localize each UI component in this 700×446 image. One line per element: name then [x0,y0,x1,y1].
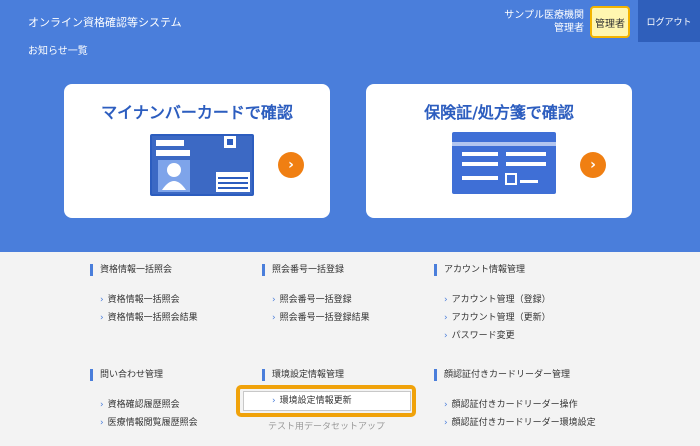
chevron-right-icon: › [444,400,448,410]
chevron-right-icon: › [444,418,448,428]
menu-heading: 顔認証付きカードリーダー管理 [434,369,594,381]
chevron-right-icon: › [100,400,104,410]
chevron-right-icon: › [100,313,104,323]
menu-item-bulk-inquiry[interactable]: › 資格情報一括照会 [90,291,250,309]
menu-item-ref-number-register[interactable]: › 照会番号一括登録 [262,291,422,309]
org-info: サンプル医療機関 管理者 [504,9,584,35]
notice-list-link[interactable]: お知らせ一覧 [28,42,88,57]
chevron-right-icon: › [100,418,104,428]
header-banner: オンライン資格確認等システム お知らせ一覧 サンプル医療機関 管理者 管理者 ロ… [0,0,700,252]
chevron-right-icon: › [272,313,276,323]
chevron-right-icon: › [272,295,276,305]
card-title: マイナンバーカードで確認 [101,103,293,122]
chevron-right-icon: › [444,295,448,305]
system-title: オンライン資格確認等システム [28,16,182,29]
menu-heading: 資格情報一括照会 [90,264,250,276]
menu-heading: 照会番号一括登録 [262,264,422,276]
menu-item-account-register[interactable]: › アカウント管理（登録） [434,291,594,309]
menu-heading: 問い合わせ管理 [90,369,250,381]
logout-button[interactable]: ログアウト [638,0,700,42]
menu-item-card-reader-operate[interactable]: › 顔認証付きカードリーダー操作 [434,396,594,414]
admin-button[interactable]: 管理者 [590,6,630,38]
menu-item-bulk-inquiry-result[interactable]: › 資格情報一括照会結果 [90,309,250,327]
menu-heading: 環境設定情報管理 [262,369,422,381]
menu-item-ref-number-result[interactable]: › 照会番号一括登録結果 [262,309,422,327]
menu-group-card-reader: 顔認証付きカードリーダー管理 › 顔認証付きカードリーダー操作 › 顔認証付きカード… [434,369,596,432]
card-title: 保険証/処方箋で確認 [424,103,574,122]
chevron-right-icon: › [100,295,104,305]
chevron-right-icon: › [580,152,606,178]
org-name: サンプル医療機関 [504,10,584,21]
menu-item-test-data-setup[interactable]: テスト用データセットアップ [268,422,385,432]
chevron-right-icon: › [278,152,304,178]
menu-group-ref-number: 照会番号一括登録 › 照会番号一括登録 › 照会番号一括登録結果 [262,264,422,327]
menu-group-env-settings: 環境設定情報管理 [262,369,422,381]
mynumber-card-confirm-button[interactable]: マイナンバーカードで確認 › [64,84,330,218]
menu-item-account-update[interactable]: › アカウント管理（更新） [434,309,594,327]
menu-item-card-reader-env[interactable]: › 顔認証付きカードリーダー環境設定 [434,414,596,432]
menu-item-eligibility-history[interactable]: › 資格確認履歴照会 [90,396,250,414]
menu-item-password-change[interactable]: › パスワード変更 [434,327,594,345]
menu-group-bulk-inquiry: 資格情報一括照会 › 資格情報一括照会 › 資格情報一括照会結果 [90,264,250,327]
org-role: 管理者 [554,23,584,34]
highlight-frame [236,385,416,417]
menu-item-medical-info-history[interactable]: › 医療情報閲覧履歴照会 [90,414,250,432]
menu-group-account: アカウント情報管理 › アカウント管理（登録） › アカウント管理（更新） › パスワ… [434,264,594,345]
menu-group-inquiry: 問い合わせ管理 › 資格確認履歴照会 › 医療情報閲覧履歴照会 [90,369,250,432]
menu-heading: アカウント情報管理 [434,264,594,276]
chevron-right-icon: › [444,331,448,341]
insurance-card-confirm-button[interactable]: 保険証/処方箋で確認 › [366,84,632,218]
chevron-right-icon: › [444,313,448,323]
id-card-icon [150,134,254,196]
document-card-icon [452,132,556,194]
